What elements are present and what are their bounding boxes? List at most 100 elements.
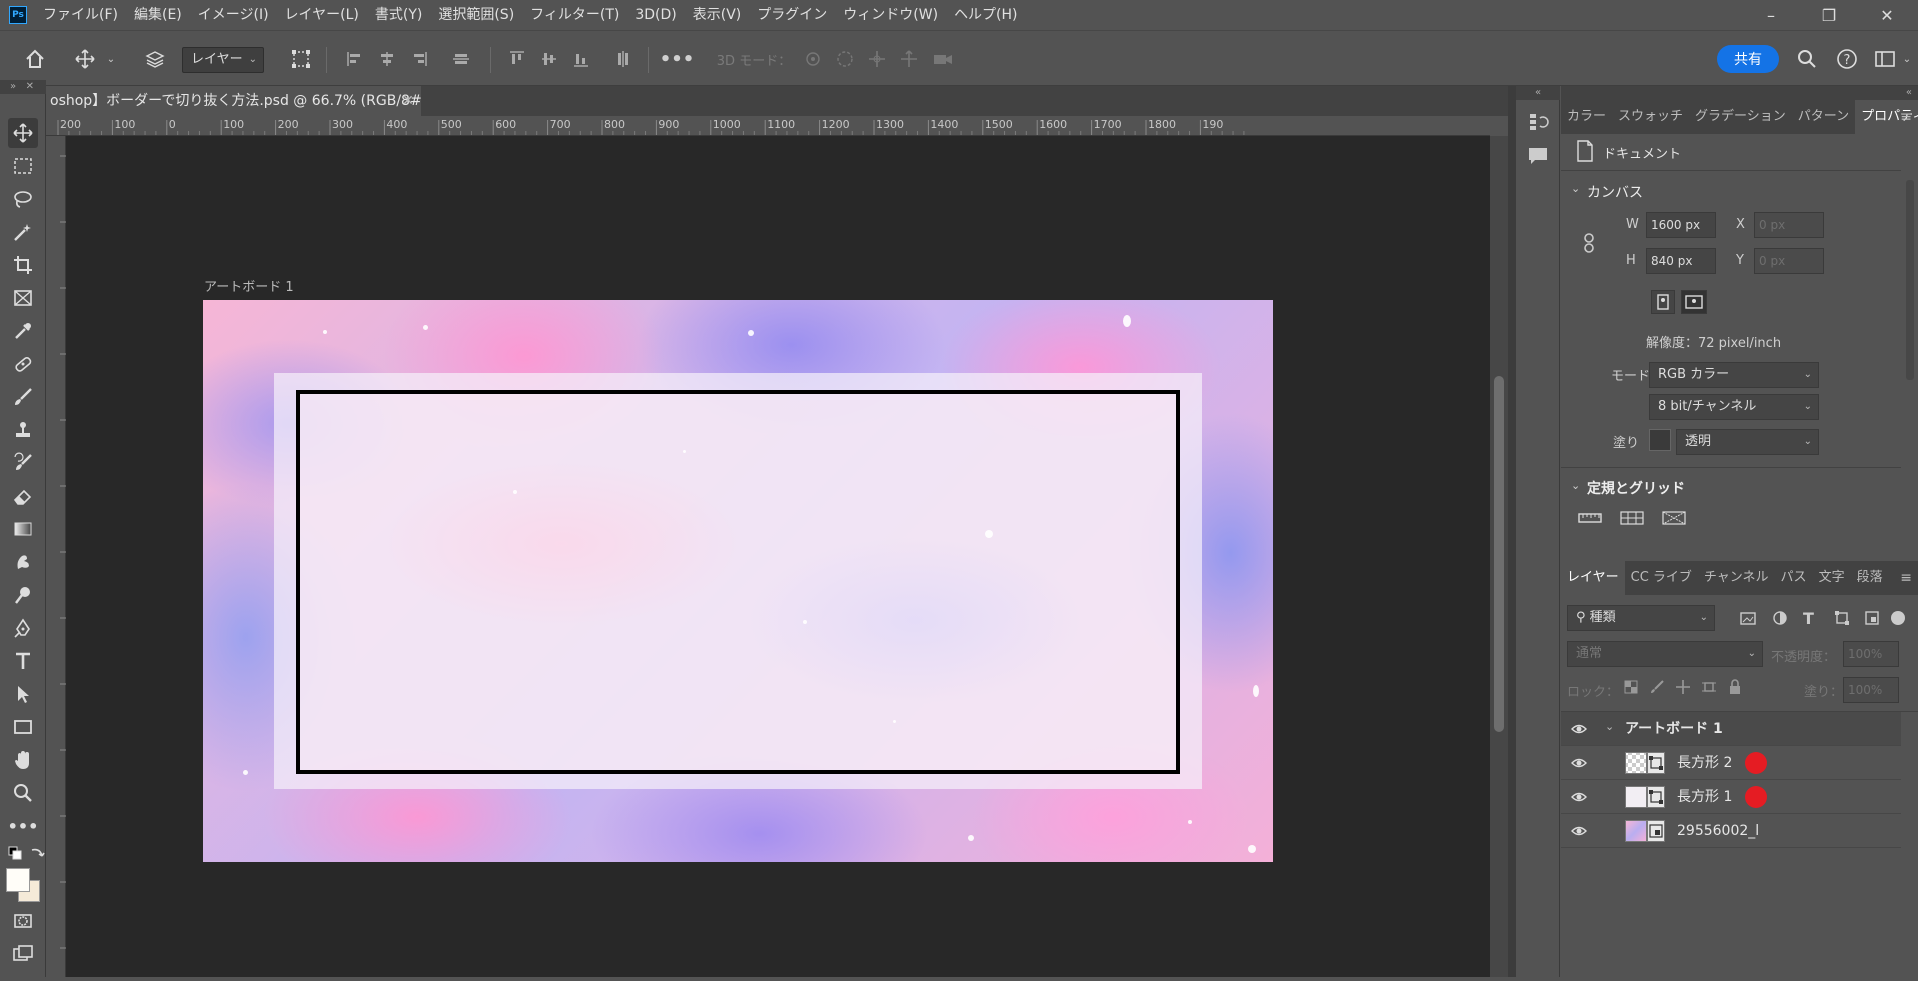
workspace-icon[interactable]	[1870, 31, 1900, 87]
color-mode-dropdown[interactable]: RGB カラー ⌄	[1649, 362, 1819, 388]
link-icon[interactable]	[1581, 232, 1597, 254]
artboard-label[interactable]: アートボード 1	[204, 276, 294, 295]
healing-brush-icon[interactable]	[8, 349, 38, 379]
menu-type[interactable]: 書式(Y)	[367, 0, 430, 30]
transform-controls-icon[interactable]	[286, 31, 316, 87]
layer-fill-field[interactable]: 100%	[1843, 677, 1899, 703]
menu-plugins[interactable]: プラグイン	[749, 0, 835, 30]
type-filter-icon[interactable]: T	[1803, 609, 1821, 628]
comments-icon[interactable]	[1526, 144, 1550, 168]
distribute-vertical-icon[interactable]	[610, 31, 636, 87]
pixel-filter-icon[interactable]	[1739, 609, 1757, 627]
rectangle-2-border[interactable]	[296, 390, 1180, 774]
menu-select[interactable]: 選択範囲(S)	[430, 0, 522, 30]
minimize-button[interactable]: –	[1742, 0, 1800, 30]
eyedropper-icon[interactable]	[8, 316, 38, 346]
screen-mode-icon[interactable]	[8, 939, 38, 969]
layer-row-rect-2[interactable]: 長方形 2	[1561, 746, 1901, 780]
fill-swatch[interactable]	[1649, 429, 1671, 451]
edit-toolbar-icon[interactable]: •••	[8, 811, 39, 841]
menu-3d[interactable]: 3D(D)	[627, 0, 684, 30]
bit-depth-dropdown[interactable]: 8 bit/チャンネル ⌄	[1649, 394, 1819, 420]
menu-window[interactable]: ウィンドウ(W)	[835, 0, 946, 30]
eye-icon[interactable]	[1571, 789, 1587, 805]
home-icon[interactable]	[18, 31, 52, 87]
panel-menu-icon[interactable]: ≡	[1900, 100, 1912, 134]
magic-wand-icon[interactable]	[8, 217, 38, 247]
tab-color[interactable]: カラー	[1561, 100, 1612, 134]
tab-paragraph[interactable]: 段落	[1851, 561, 1889, 595]
artboard-1[interactable]	[203, 300, 1273, 862]
distribute-icon[interactable]	[448, 31, 474, 87]
document-tab[interactable]: oshop】ボーダーで切り抜く方法.psd @ 66.7% (RGB/8#)	[46, 86, 421, 116]
history-brush-icon[interactable]	[8, 448, 38, 478]
history-panel-icon[interactable]	[1526, 110, 1550, 134]
filter-toggle[interactable]	[1891, 611, 1905, 625]
dodge-tool-icon[interactable]	[8, 580, 38, 610]
lock-pixels-icon[interactable]	[1649, 679, 1665, 695]
tab-patterns[interactable]: パターン	[1792, 100, 1855, 134]
panel-menu-icon[interactable]: ≡	[1900, 561, 1912, 595]
align-center-icon[interactable]	[374, 31, 400, 87]
tab-swatches[interactable]: スウォッチ	[1612, 100, 1689, 134]
clone-stamp-icon[interactable]	[8, 415, 38, 445]
tab-layers[interactable]: レイヤー	[1561, 561, 1625, 595]
move-tool-icon[interactable]	[8, 118, 38, 148]
x-field[interactable]: 0 px	[1754, 212, 1824, 238]
more-options-icon[interactable]: •••	[660, 31, 695, 87]
menu-help[interactable]: ヘルプ(H)	[946, 0, 1025, 30]
lock-artboard-icon[interactable]	[1701, 679, 1717, 695]
chevron-down-icon[interactable]: ⌄	[1571, 479, 1580, 492]
align-middle-icon[interactable]	[536, 31, 562, 87]
tab-character[interactable]: 文字	[1813, 561, 1851, 595]
blend-mode-dropdown[interactable]: 通常 ⌄	[1567, 641, 1763, 667]
chevron-down-icon[interactable]: ⌄	[104, 31, 118, 87]
quick-mask-icon[interactable]	[8, 906, 38, 936]
tab-gradients[interactable]: グラデーション	[1689, 100, 1792, 134]
chevron-down-icon[interactable]: ⌄	[1900, 31, 1914, 87]
align-bottom-icon[interactable]	[568, 31, 594, 87]
align-top-icon[interactable]	[504, 31, 530, 87]
smudge-tool-icon[interactable]	[8, 547, 38, 577]
auto-select-dropdown[interactable]: レイヤー ⌄	[182, 47, 264, 73]
vertical-scrollbar[interactable]	[1490, 136, 1508, 977]
foreground-color-swatch[interactable]	[6, 868, 30, 892]
tools-collapse-bar[interactable]: » ✕	[0, 80, 46, 94]
fill-dropdown[interactable]: 透明 ⌄	[1676, 429, 1819, 455]
eraser-tool-icon[interactable]	[8, 481, 38, 511]
tab-cc-libraries[interactable]: CC ライブ	[1625, 561, 1698, 595]
scrollbar-thumb[interactable]	[1494, 376, 1504, 732]
layer-row-artboard-1[interactable]: ⌄ アートボード 1	[1561, 712, 1901, 746]
canvas-section-title[interactable]: カンバス	[1587, 182, 1643, 202]
restore-button[interactable]: ❐	[1800, 0, 1858, 30]
crop-tool-icon[interactable]	[8, 250, 38, 280]
lock-transparency-icon[interactable]	[1623, 679, 1639, 695]
lock-position-icon[interactable]	[1675, 679, 1691, 695]
tab-channels[interactable]: チャンネル	[1698, 561, 1775, 595]
marquee-tool-icon[interactable]	[8, 151, 38, 181]
align-right-icon[interactable]	[406, 31, 432, 87]
frame-tool-icon[interactable]	[8, 283, 38, 313]
landscape-icon[interactable]	[1681, 290, 1707, 314]
width-field[interactable]: 1600 px	[1646, 212, 1716, 238]
collapse-icon[interactable]: «	[1561, 86, 1918, 100]
zoom-tool-icon[interactable]	[8, 778, 38, 808]
path-select-icon[interactable]	[8, 679, 38, 709]
menu-edit[interactable]: 編集(E)	[126, 0, 190, 30]
smart-object-filter-icon[interactable]	[1863, 609, 1881, 627]
menu-image[interactable]: イメージ(I)	[190, 0, 277, 30]
collapse-icon[interactable]: «	[1516, 86, 1560, 100]
move-tool-icon[interactable]	[70, 31, 100, 87]
share-button[interactable]: 共有	[1717, 45, 1779, 73]
layer-filter-dropdown[interactable]: ⚲ 種類 ⌄	[1567, 605, 1715, 631]
grid-icon[interactable]	[1619, 510, 1645, 526]
tab-paths[interactable]: パス	[1775, 561, 1813, 595]
menu-view[interactable]: 表示(V)	[685, 0, 750, 30]
shape-filter-icon[interactable]	[1833, 609, 1851, 627]
chevron-down-icon[interactable]: ⌄	[1605, 720, 1614, 733]
lasso-tool-icon[interactable]	[8, 184, 38, 214]
eye-icon[interactable]	[1571, 823, 1587, 839]
close-icon[interactable]: ✕	[398, 86, 418, 116]
properties-scrollbar[interactable]	[1906, 180, 1914, 380]
lock-all-icon[interactable]	[1727, 679, 1743, 695]
